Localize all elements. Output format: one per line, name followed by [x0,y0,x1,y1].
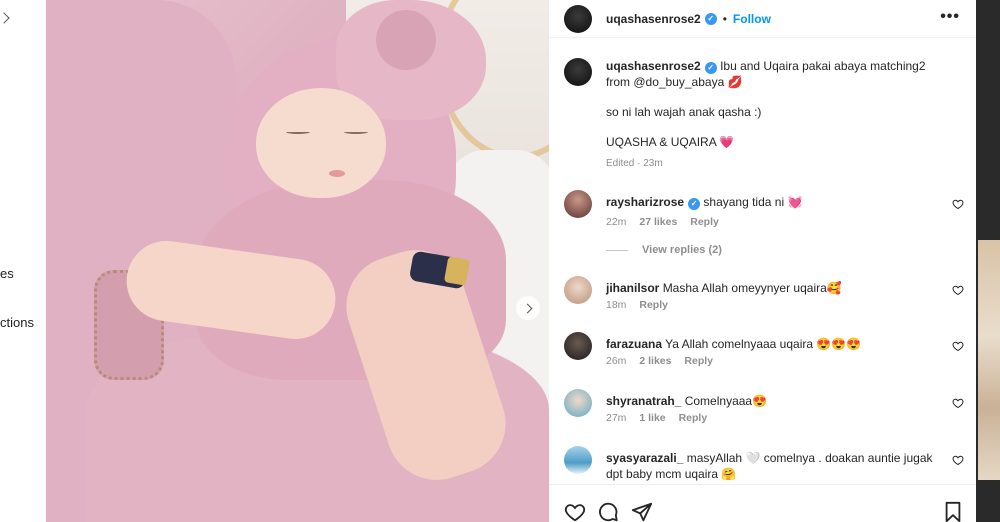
comment-text: dpt baby mcm uqaira 🤗 [606,467,737,481]
heart-icon[interactable] [952,340,964,352]
next-photo-button[interactable] [516,296,540,320]
comment-text: masyAllah 🤍 comelnya . doakan auntie jug… [686,451,933,465]
comment-likes[interactable]: 1 like [639,412,665,424]
chevron-icon [0,12,10,24]
background-text: ctions [0,315,34,330]
verified-icon: ✓ [688,198,701,210]
follow-button[interactable]: Follow [733,12,771,26]
more-icon[interactable]: ••• [940,9,960,25]
comment-time: 22m [606,216,627,228]
caption-meta: Edited · 23m [606,158,663,169]
background-text: es [0,266,14,281]
verified-icon: ✓ [704,62,717,74]
photo-mouth [329,170,345,177]
caption-text: from @do_buy_abaya 💋 [606,75,743,89]
photo-baby-face [256,88,386,198]
post-header: uqashasenrose2 ✓ • Follow ••• [549,0,976,38]
comment-text: Ya Allah comelnyaaa uqaira 😍😍😍 [665,337,862,351]
author-username[interactable]: uqashasenrose2 [606,12,701,26]
photo-eye [286,130,310,134]
bookmark-icon[interactable] [943,501,963,522]
dot-separator: • [722,11,727,26]
commenter-avatar[interactable] [564,332,592,360]
next-arrow-icon [522,303,532,313]
heart-icon[interactable] [564,501,586,522]
commenter-avatar[interactable] [564,190,592,218]
comment-icon[interactable] [597,501,619,522]
heart-icon[interactable] [952,284,964,296]
commenter-username[interactable]: raysharizrose [606,195,684,209]
commenter-avatar[interactable] [564,276,592,304]
heart-icon[interactable] [952,454,964,466]
caption-text: UQASHA & UQAIRA 💗 [606,135,735,149]
author-avatar[interactable] [564,58,592,86]
commenter-username[interactable]: farazuana [606,337,662,351]
photo-eye [344,130,368,134]
heart-icon[interactable] [952,397,964,409]
author-avatar[interactable] [564,4,592,33]
reply-button[interactable]: Reply [690,216,719,228]
comment-time: 26m [606,355,627,367]
comment-text: Masha Allah omeyynyer uqaira🥰 [662,281,842,295]
commenter-username[interactable]: shyranatrah_ [606,394,681,408]
comment-text: Comelnyaaa😍 [684,394,768,408]
caption-text: Ibu and Uqaira pakai abaya matching2 [720,59,926,73]
background-thumbnail [978,240,1000,480]
background-app-left: es ctions [0,0,46,522]
comment-likes[interactable]: 27 likes [639,216,677,228]
photo-bow-knot [376,10,436,70]
commenter-username[interactable]: jihanilsor [606,281,659,295]
commenter-avatar[interactable] [564,389,592,417]
comments-scroll[interactable]: uqashasenrose2 ✓ Ibu and Uqaira pakai aba… [549,38,976,482]
reply-button[interactable]: Reply [684,355,713,367]
reply-button[interactable]: Reply [679,412,708,424]
view-replies-button[interactable]: View replies (2) [606,244,722,256]
post-photo [46,0,549,522]
commenter-avatar[interactable] [564,446,592,474]
caption-body: uqashasenrose2 ✓ Ibu and Uqaira pakai aba… [606,58,956,172]
heart-icon[interactable] [952,198,964,210]
background-app-right [976,0,1000,522]
share-icon[interactable] [631,501,653,522]
reply-button[interactable]: Reply [639,299,668,311]
view-replies-label: View replies (2) [642,244,722,256]
verified-icon: ✓ [704,12,717,25]
comment-text: shayang tida ni 💓 [703,195,803,209]
comments-panel: uqashasenrose2 ✓ • Follow ••• uqashasenr… [549,0,976,522]
comment-time: 27m [606,412,627,424]
comment-time: 18m [606,299,627,311]
caption-text: so ni lah wajah anak qasha :) [606,105,762,119]
photo-watch-face [443,256,471,286]
post-actions [549,484,976,522]
commenter-username[interactable]: syasyarazali_ [606,451,683,465]
comment-likes[interactable]: 2 likes [639,355,671,367]
caption-username[interactable]: uqashasenrose2 [606,59,701,73]
